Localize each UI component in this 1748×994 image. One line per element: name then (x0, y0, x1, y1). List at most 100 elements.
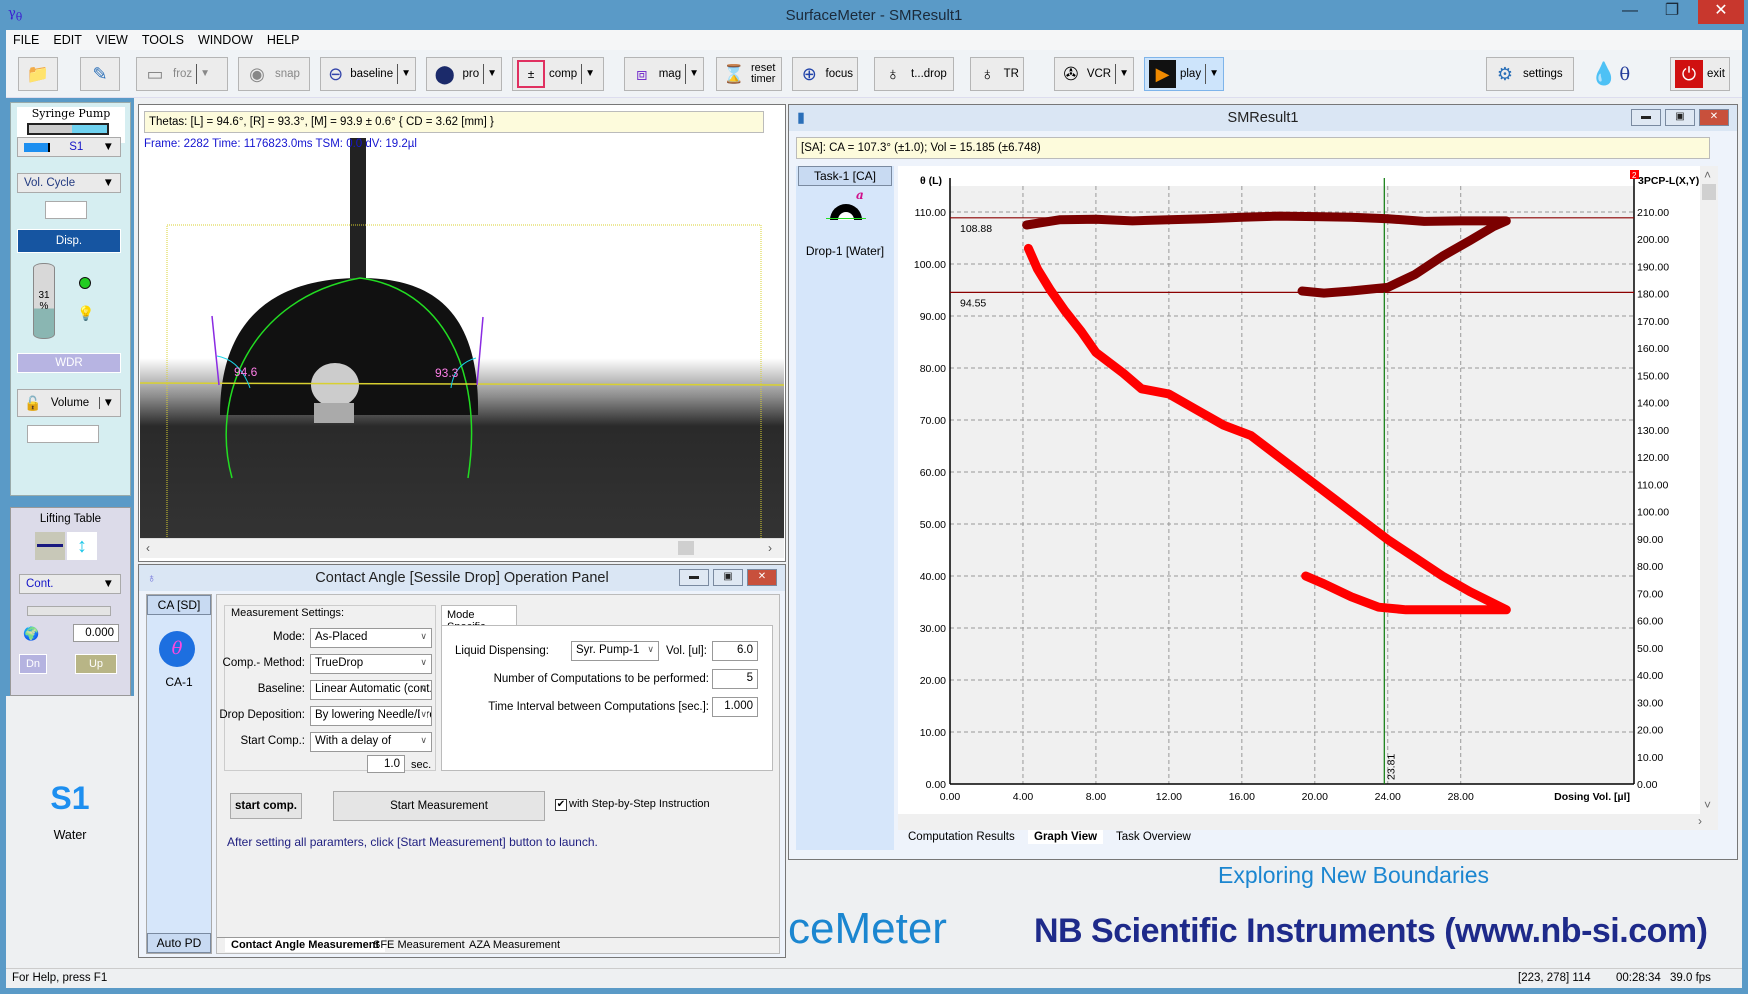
baseline-button[interactable]: ⊖ baseline ▼ (320, 57, 416, 91)
start-comp-button[interactable]: start comp. (230, 793, 302, 819)
result-restore-button[interactable]: ▣ (1665, 109, 1695, 126)
panel-close-button[interactable]: ✕ (747, 569, 777, 586)
chevron-down-icon[interactable]: ▼ (1205, 64, 1219, 84)
chevron-down-icon[interactable]: ▼ (483, 64, 497, 84)
close-button[interactable]: ✕ (1698, 0, 1744, 24)
chevron-down-icon[interactable]: ▼ (397, 64, 411, 84)
panel-minimize-button[interactable]: ▬ (679, 569, 709, 586)
lift-position-input[interactable]: 0.000 (73, 624, 119, 642)
drop-theta-button[interactable]: 💧 θ (1590, 58, 1652, 90)
withdraw-button[interactable]: WDR (17, 353, 121, 373)
operation-sidebar: CA [SD] θ CA-1 Auto PD (146, 594, 212, 954)
start-measurement-button[interactable]: Start Measurement (333, 791, 545, 821)
task-column: Task-1 [CA] a Drop-1 [Water] (796, 166, 894, 850)
liquid-dispensing-select[interactable]: Syr. Pump-1 ∨ (571, 641, 659, 661)
mode-specific-tab[interactable]: Mode Specific (441, 605, 517, 633)
menu-view[interactable]: VIEW (89, 30, 135, 47)
delay-input[interactable]: 1.0 (367, 755, 405, 773)
minimize-button[interactable]: — (1610, 0, 1650, 24)
lightbulb-icon[interactable]: 💡 (77, 305, 94, 322)
dispense-button[interactable]: Disp. (17, 229, 121, 253)
interval-input[interactable]: 1.000 (712, 697, 758, 717)
y2-tick-label: 130.00 (1637, 425, 1669, 437)
play-button[interactable]: ▶ play ▼ (1144, 57, 1224, 91)
tab-task-overview[interactable]: Task Overview (1110, 830, 1197, 844)
chevron-down-icon[interactable]: ▼ (1115, 64, 1129, 84)
volume-input[interactable] (27, 425, 99, 443)
result-close-button[interactable]: ✕ (1699, 109, 1729, 126)
tab-sfe[interactable]: SFE Measurement (367, 938, 471, 952)
froz-button[interactable]: ▭ froz ▼ (136, 57, 228, 91)
menu-tools[interactable]: TOOLS (135, 30, 191, 47)
scroll-thumb[interactable] (1702, 184, 1716, 200)
drop-deposition-select[interactable]: By lowering Needle/Drop ∨ (310, 706, 432, 726)
scroll-right-icon[interactable]: › (768, 541, 772, 555)
maximize-button[interactable]: ❐ (1652, 0, 1692, 24)
panel-restore-button[interactable]: ▣ (713, 569, 743, 586)
scroll-left-icon[interactable]: ‹ (146, 541, 150, 555)
drop-label[interactable]: Drop-1 [Water] (796, 244, 894, 258)
focus-button[interactable]: ⊕ focus (792, 57, 858, 91)
reset-timer-button[interactable]: ⌛ reset timer (716, 57, 782, 91)
chevron-down-icon[interactable]: ▼ (581, 64, 595, 84)
settings-button[interactable]: ⚙ settings (1486, 57, 1574, 91)
y-axis-label: θ (L) (920, 175, 942, 187)
data-point-advancing (1274, 212, 1283, 221)
graph-horizontal-scrollbar[interactable]: › (898, 814, 1718, 830)
chevron-down-icon[interactable]: ▼ (685, 64, 699, 84)
camera-view[interactable]: 94.6 93.3 (140, 138, 784, 538)
cycle-mode-select[interactable]: Vol. Cycle ▼ (17, 173, 121, 193)
tr-button[interactable]: ♁ TR (970, 57, 1024, 91)
tdrop-button[interactable]: ♁ t...drop (874, 57, 954, 91)
data-point-receding (1465, 587, 1474, 596)
pro-button[interactable]: ⬤ pro ▼ (426, 57, 502, 91)
menu-window[interactable]: WINDOW (191, 30, 260, 47)
step-by-step-checkbox[interactable]: ✔ (555, 799, 567, 811)
scroll-up-icon[interactable]: ˄ (1704, 168, 1711, 182)
comp-method-select[interactable]: TrueDrop ∨ (310, 654, 432, 674)
snap-button[interactable]: ◉ snap (238, 57, 310, 91)
mode-select[interactable]: As-Placed ∨ (310, 628, 432, 648)
baseline-select[interactable]: Linear Automatic (cont.) ∨ (310, 680, 432, 700)
save-button[interactable]: ✎ (80, 57, 120, 91)
graph-view[interactable]: 0.00 10.00 20.00 30.00 40.00 50.00 60.00 70.00 8… (898, 166, 1700, 826)
ca-1-item[interactable]: CA-1 (147, 675, 211, 689)
camera-scrollbar[interactable]: ‹ › (140, 538, 784, 558)
exit-button[interactable]: ⏻ exit (1670, 57, 1730, 91)
num-comp-input[interactable]: 5 (712, 669, 758, 689)
scroll-right-icon[interactable]: › (1698, 814, 1702, 828)
cycle-input[interactable] (45, 201, 87, 219)
comp-button[interactable]: ± comp ▼ (512, 57, 604, 91)
lift-down-button[interactable]: Dn (19, 654, 47, 674)
vcr-button[interactable]: ✇ VCR ▼ (1054, 57, 1134, 91)
scroll-down-icon[interactable]: ˅ (1704, 798, 1711, 812)
lift-up-button[interactable]: Up (75, 654, 117, 674)
gear-icon: ⚙ (1496, 63, 1514, 84)
lift-mode-select[interactable]: Cont. ▼ (19, 574, 121, 594)
tab-graph-view[interactable]: Graph View (1028, 830, 1104, 844)
task-tab[interactable]: Task-1 [CA] (798, 166, 892, 186)
auto-pd-button[interactable]: Auto PD (147, 933, 211, 953)
tab-aza[interactable]: AZA Measurement (463, 938, 566, 952)
menu-file[interactable]: FILE (6, 30, 46, 47)
contact-angle-icon[interactable]: θ (159, 631, 195, 667)
mag-button[interactable]: ⧈ mag ▼ (624, 57, 704, 91)
scroll-thumb[interactable] (678, 541, 694, 555)
start-comp-select[interactable]: With a delay of ∨ (310, 732, 432, 752)
result-minimize-button[interactable]: ▬ (1631, 109, 1661, 126)
magnify-lens-icon: ⧈ (636, 63, 648, 84)
pump-select[interactable]: S1 ▼ (17, 137, 121, 157)
y-tick-label: 60.00 (920, 467, 946, 479)
y-tick-label: 20.00 (920, 675, 946, 687)
data-point-receding (1164, 390, 1173, 398)
open-button[interactable]: 📁 (18, 57, 58, 91)
graph-vertical-scrollbar[interactable]: ˄ ˅ (1700, 166, 1718, 826)
ca-sd-tab[interactable]: CA [SD] (147, 595, 211, 615)
chevron-down-icon[interactable]: ▼ (196, 64, 210, 84)
volume-lock-button[interactable]: 🔓 Volume ▼ (17, 389, 121, 417)
menu-help[interactable]: HELP (260, 30, 307, 47)
tab-contact-angle[interactable]: Contact Angle Measurement (225, 938, 386, 952)
menu-edit[interactable]: EDIT (46, 30, 88, 47)
tab-computation-results[interactable]: Computation Results (902, 830, 1021, 844)
vol-input[interactable]: 6.0 (712, 641, 758, 661)
